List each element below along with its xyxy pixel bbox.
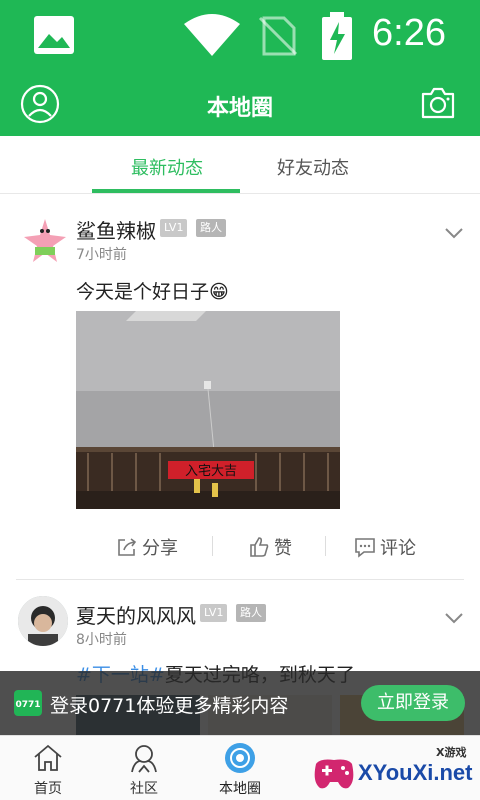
action-separator — [212, 536, 213, 556]
avatar-photo — [18, 596, 68, 646]
login-button[interactable]: 立即登录 — [361, 685, 465, 721]
nav-local-circle-label: 本地圈 — [219, 781, 261, 797]
svg-text:0771: 0771 — [15, 700, 40, 710]
chevron-down-icon[interactable] — [444, 227, 464, 239]
post-actions: 分享 赞 评论 — [108, 532, 428, 562]
tab-latest[interactable]: 最新动态 — [92, 154, 242, 180]
share-icon — [118, 538, 137, 556]
home-icon — [34, 744, 62, 771]
nav-home-label: 首页 — [34, 781, 62, 797]
post-time: 7小时前 — [76, 247, 127, 263]
login-banner: 0771 登录0771体验更多精彩内容 立即登录 — [0, 671, 480, 735]
local-circle-icon — [225, 743, 255, 773]
page-title: 本地圈 — [206, 96, 273, 121]
battery-charging-icon — [322, 12, 352, 60]
photo-notification-icon — [34, 16, 74, 54]
thumbs-up-icon — [250, 537, 269, 557]
level-badge: LV1 — [200, 604, 228, 622]
status-bar: 6:26 — [0, 0, 480, 72]
watermark-small-text: X游戏 — [436, 746, 467, 759]
post-card: 鲨鱼辣椒 LV1 路人 7小时前 今天是个好日子😁 入宅大吉 分享 赞 评论 — [0, 195, 480, 580]
tab-indicator — [92, 189, 240, 193]
post-time: 8小时前 — [76, 632, 127, 648]
level-badge: LV1 — [160, 219, 188, 237]
status-time: 6:26 — [372, 12, 446, 54]
nav-community[interactable]: 社区 — [96, 736, 192, 800]
nav-community-label: 社区 — [130, 781, 158, 797]
watermark-text: XYouXi.net — [358, 760, 473, 785]
role-badge: 路人 — [236, 604, 266, 622]
app-logo-icon: 0771 — [14, 690, 42, 716]
feed-tabs: 最新动态 好友动态 — [0, 136, 480, 194]
watermark: X游戏 XYouXi.net — [308, 742, 480, 800]
comment-label: 评论 — [380, 538, 416, 559]
image-caption: 入宅大吉 — [185, 464, 237, 479]
action-separator — [325, 536, 326, 556]
nav-local-circle[interactable]: 本地圈 — [192, 736, 288, 800]
comment-icon — [355, 538, 375, 558]
wifi-icon — [184, 14, 240, 56]
share-label: 分享 — [142, 538, 178, 559]
comment-button[interactable]: 评论 — [354, 532, 416, 562]
role-badge: 路人 — [196, 219, 226, 237]
username[interactable]: 夏天的风风风 — [76, 600, 196, 629]
avatar[interactable] — [20, 215, 70, 265]
post-image[interactable]: 入宅大吉 — [76, 311, 340, 509]
app-bar: 本地圈 — [0, 72, 480, 136]
login-prompt: 登录0771体验更多精彩内容 — [50, 695, 289, 717]
gamepad-logo-icon — [314, 759, 354, 789]
community-icon — [131, 745, 157, 773]
share-button[interactable]: 分享 — [116, 532, 178, 562]
patrick-avatar-icon — [24, 219, 66, 262]
camera-icon[interactable] — [420, 86, 456, 120]
like-button[interactable]: 赞 — [248, 532, 292, 562]
no-sim-icon — [258, 16, 298, 56]
chevron-down-icon[interactable] — [444, 612, 464, 624]
like-label: 赞 — [274, 538, 292, 559]
nav-home[interactable]: 首页 — [0, 736, 96, 800]
tab-friends[interactable]: 好友动态 — [238, 154, 388, 180]
post-card: 夏天的风风风 LV1 路人 8小时前 #下一站#夏天过完咯，到秋天了 — [0, 580, 480, 686]
avatar[interactable] — [18, 596, 68, 646]
username[interactable]: 鲨鱼辣椒 — [76, 215, 156, 244]
post-text: 今天是个好日子😁 — [76, 281, 229, 303]
